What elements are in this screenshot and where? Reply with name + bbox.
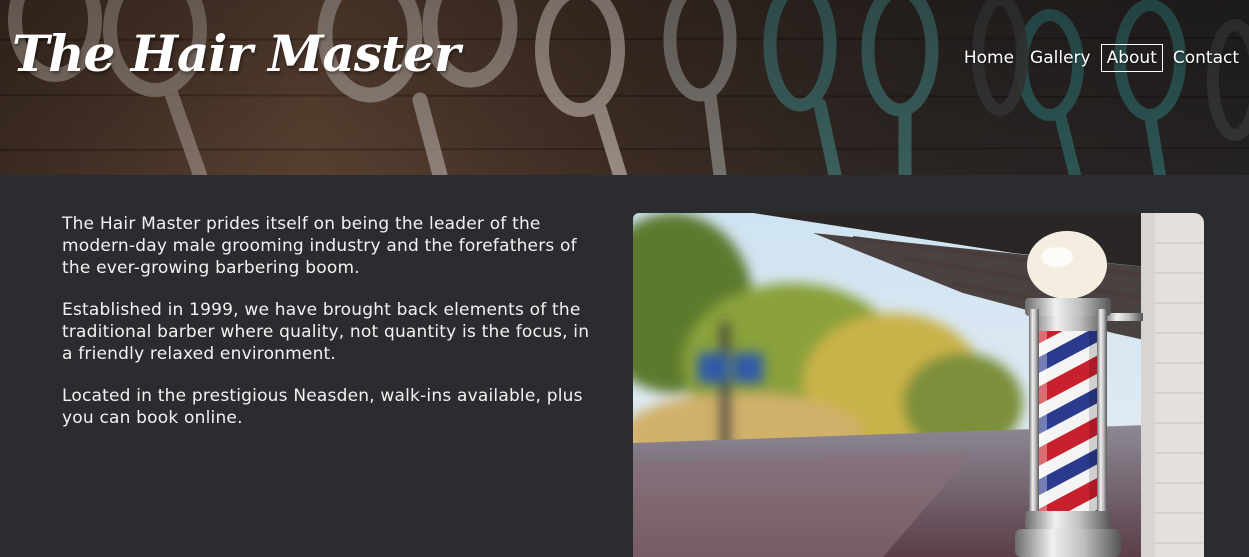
site-logo[interactable]: The Hair Master: [12, 24, 460, 83]
barber-pole-photo: [633, 213, 1204, 557]
about-paragraph-history: Established in 1999, we have brought bac…: [62, 300, 590, 364]
about-paragraph-location: Located in the prestigious Neasden, walk…: [62, 386, 583, 428]
nav-contact-link[interactable]: Contact: [1167, 44, 1245, 72]
site-header: The Hair Master Home Gallery About Conta…: [0, 0, 1249, 175]
nav-home-link[interactable]: Home: [958, 44, 1020, 72]
main-nav: Home Gallery About Contact: [958, 44, 1245, 72]
nav-gallery-link[interactable]: Gallery: [1024, 44, 1097, 72]
nav-about-link[interactable]: About: [1100, 44, 1163, 72]
about-text: The Hair Master prides itself on being t…: [62, 213, 602, 449]
about-paragraph-intro: The Hair Master prides itself on being t…: [62, 214, 577, 278]
